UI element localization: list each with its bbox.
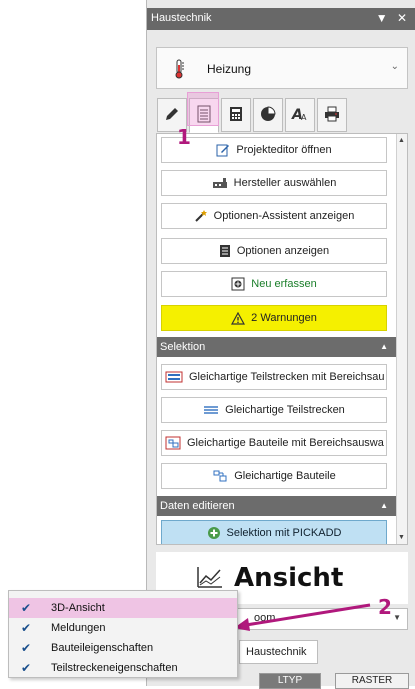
projekteditor-label: Projekteditor öffnen [236, 144, 332, 156]
teilstrecken-button[interactable]: Gleichartige Teilstrecken [161, 397, 387, 423]
pickadd-button[interactable]: Selektion mit PICKADD [161, 520, 387, 544]
calculator-icon [229, 106, 243, 125]
section-daten-editieren-label: Daten editieren [160, 500, 235, 512]
chevron-down-icon: ⌄ [390, 61, 399, 72]
pencil-icon [164, 106, 180, 125]
menu-item-meldungen[interactable]: ✔ Meldungen [9, 618, 237, 638]
optionen-button[interactable]: Optionen anzeigen [161, 238, 387, 264]
scroll-down-icon[interactable]: ▼ [398, 534, 405, 541]
annotation-2: 2 [378, 595, 392, 619]
check-icon: ✔ [20, 661, 32, 675]
content-scrollbar[interactable]: ▲ ▼ [396, 134, 407, 544]
line-chart-icon [196, 565, 224, 592]
warning-icon [231, 311, 246, 325]
check-icon: ✔ [20, 641, 32, 655]
optionen-assistent-button[interactable]: Optionen-Assistent anzeigen [161, 203, 387, 229]
menu-item-label: 3D-Ansicht [51, 602, 105, 614]
view-context-menu: ✔ 3D-Ansicht ✔ Meldungen ✔ Bauteileigens… [8, 590, 238, 678]
warnungen-label: 2 Warnungen [251, 312, 317, 324]
bauteile-bereich-button[interactable]: Gleichartige Bauteile mit Bereichsauswa [161, 430, 387, 456]
tab-text-style[interactable]: AA [285, 98, 315, 132]
tab-haustechnik[interactable]: Haustechnik [239, 640, 318, 664]
projekteditor-button[interactable]: Projekteditor öffnen [161, 137, 387, 163]
scroll-up-icon[interactable]: ▲ [398, 137, 405, 144]
chevron-down-icon: ▼ [393, 613, 401, 622]
bauteile-button[interactable]: Gleichartige Bauteile [161, 463, 387, 489]
route-range-icon [165, 371, 183, 383]
tab-haustechnik-label: Haustechnik [246, 646, 307, 658]
magic-wand-icon [194, 209, 208, 223]
menu-item-teilstreckeneigenschaften[interactable]: ✔ Teilstreckeneigenschaften [9, 658, 237, 678]
component-range-icon [165, 436, 181, 450]
thermometer-icon [173, 59, 185, 82]
svg-text:A: A [301, 113, 307, 122]
collapse-arrow-icon: ▲ [380, 501, 388, 510]
options-list-icon [219, 244, 231, 258]
panel-title: Haustechnik [151, 12, 212, 24]
system-dropdown[interactable]: Heizung ⌄ [156, 47, 408, 89]
section-daten-editieren[interactable]: Daten editieren ▲ [157, 496, 396, 516]
teilstrecken-bereich-button[interactable]: Gleichartige Teilstrecken mit Bereichsau [161, 364, 387, 390]
neu-erfassen-label: Neu erfassen [251, 278, 317, 290]
optionen-assistent-label: Optionen-Assistent anzeigen [213, 210, 355, 222]
panel-titlebar[interactable]: Haustechnik ▼ ✕ [147, 8, 415, 30]
menu-item-label: Teilstreckeneigenschaften [51, 662, 178, 674]
menu-item-label: Meldungen [51, 622, 106, 634]
tab-print[interactable] [317, 98, 347, 132]
tab-pie-chart[interactable] [253, 98, 283, 132]
raster-button[interactable]: RASTER [335, 673, 409, 689]
plus-circle-icon [207, 526, 221, 540]
menu-item-label: Bauteileigenschaften [51, 642, 154, 654]
hersteller-label: Hersteller auswählen [233, 177, 337, 189]
raster-label: RASTER [351, 675, 393, 686]
section-selektion-label: Selektion [160, 341, 206, 353]
ltyp-label: LTYP [277, 675, 303, 686]
edit-document-icon [216, 143, 230, 157]
teilstrecken-label: Gleichartige Teilstrecken [225, 404, 345, 416]
section-selektion[interactable]: Selektion ▲ [157, 337, 396, 357]
warnungen-button[interactable]: 2 Warnungen [161, 305, 387, 331]
check-icon: ✔ [20, 621, 32, 635]
printer-icon [324, 106, 340, 125]
menu-item-3d-ansicht[interactable]: ✔ 3D-Ansicht [9, 598, 237, 618]
tool-content-area: Projekteditor öffnen Hersteller auswähle… [156, 133, 408, 545]
neu-erfassen-button[interactable]: Neu erfassen [161, 271, 387, 297]
optionen-label: Optionen anzeigen [236, 245, 330, 257]
tab-calculator[interactable] [221, 98, 251, 132]
pickadd-label: Selektion mit PICKADD [226, 527, 342, 539]
collapse-arrow-icon: ▲ [380, 342, 388, 351]
panel-window-controls[interactable]: ▼ ✕ [376, 11, 410, 25]
routes-icon [203, 405, 219, 415]
bauteile-label: Gleichartige Bauteile [234, 470, 336, 482]
menu-item-bauteileigenschaften[interactable]: ✔ Bauteileigenschaften [9, 638, 237, 658]
factory-icon [212, 177, 228, 189]
hersteller-button[interactable]: Hersteller auswählen [161, 170, 387, 196]
bauteile-bereich-label: Gleichartige Bauteile mit Bereichsauswa [187, 437, 384, 449]
system-dropdown-value: Heizung [207, 62, 252, 76]
new-entry-icon [231, 277, 245, 291]
ltyp-button[interactable]: LTYP [259, 673, 321, 689]
annotation-arrow [234, 603, 371, 631]
teilstrecken-bereich-label: Gleichartige Teilstrecken mit Bereichsau [189, 371, 385, 383]
ansicht-label: Ansicht [234, 563, 344, 593]
text-style-icon: AA [291, 106, 309, 125]
annotation-1: 1 [177, 125, 191, 149]
components-icon [212, 469, 228, 483]
pie-chart-icon [260, 105, 276, 125]
check-icon: ✔ [20, 601, 32, 615]
tab-highlight [187, 92, 219, 126]
